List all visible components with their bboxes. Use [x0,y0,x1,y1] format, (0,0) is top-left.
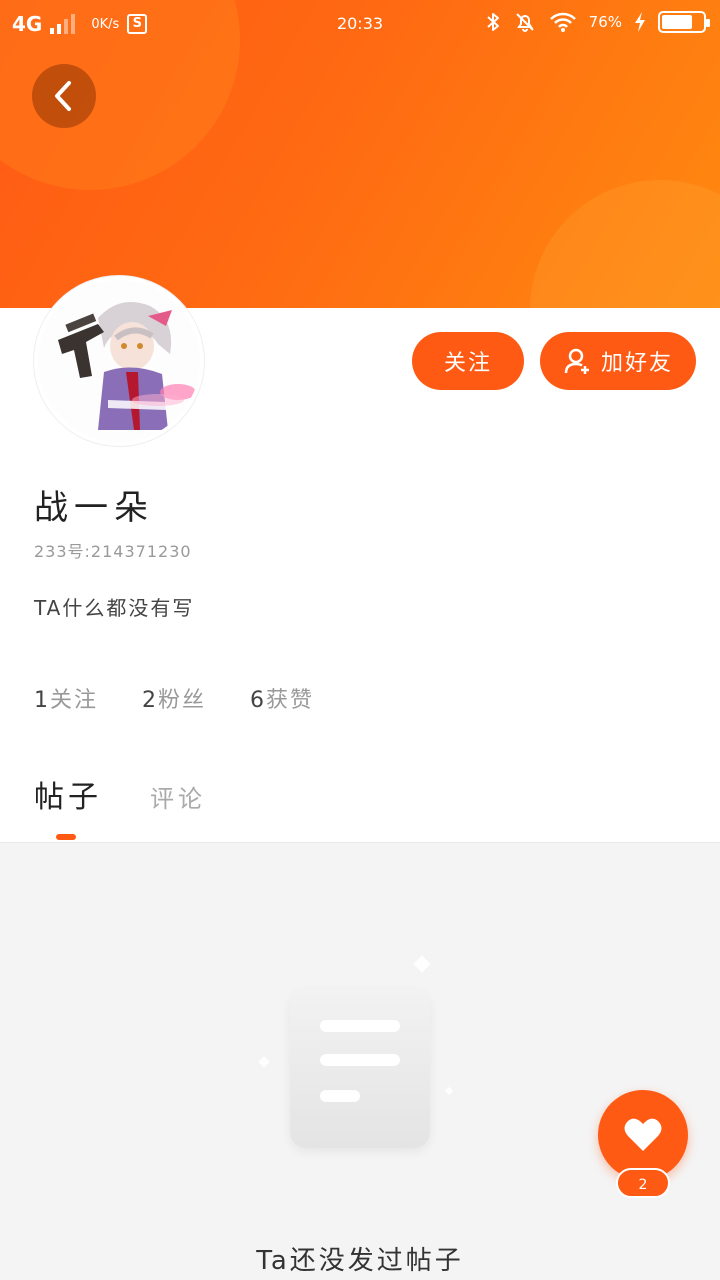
avatar[interactable] [34,276,204,446]
stat-likes: 6获赞 [250,682,314,714]
like-count-badge: 2 [616,1168,670,1198]
battery-level [662,15,693,29]
stat-value: 1 [34,688,50,713]
stat-following[interactable]: 1关注 [34,682,98,714]
add-user-icon [564,348,589,374]
mute-bell-icon [515,13,534,32]
stat-label: 关注 [50,688,99,713]
bluetooth-icon [486,13,499,31]
battery-percent: 76% [588,13,622,31]
user-bio: TA什么都没有写 [34,596,195,620]
profile-tabs: 帖子 评论 [34,772,206,816]
empty-state-text: Ta还没发过帖子 [256,1246,464,1276]
stat-value: 2 [142,688,159,713]
banner-decoration [530,180,720,308]
stat-label: 获赞 [266,688,315,713]
back-button[interactable] [32,64,96,128]
chevron-left-icon [55,81,71,111]
tab-comments[interactable]: 评论 [150,779,206,816]
follow-button-label: 关注 [443,351,492,376]
empty-document-icon [290,988,430,1148]
tab-posts[interactable]: 帖子 [34,772,102,816]
username: 战一朵 [34,488,154,528]
avatar-image [38,280,200,442]
user-id: 233号:214371230 [34,542,192,561]
wifi-icon [549,12,576,32]
status-bar: 4G 0K/s S 20:33 76% [0,0,720,48]
stat-value: 6 [250,688,267,713]
follow-button[interactable]: 关注 [412,332,524,390]
profile-stats: 1关注 2粉丝 6获赞 [34,682,314,714]
like-button[interactable] [598,1090,688,1180]
charging-icon [635,12,645,32]
add-friend-button[interactable]: 加好友 [540,332,696,390]
heart-icon [624,1118,662,1151]
battery-icon [658,11,710,33]
add-friend-button-label: 加好友 [600,351,673,376]
active-tab-indicator [56,834,76,840]
stat-label: 粉丝 [158,688,207,713]
stat-followers[interactable]: 2粉丝 [142,682,206,714]
